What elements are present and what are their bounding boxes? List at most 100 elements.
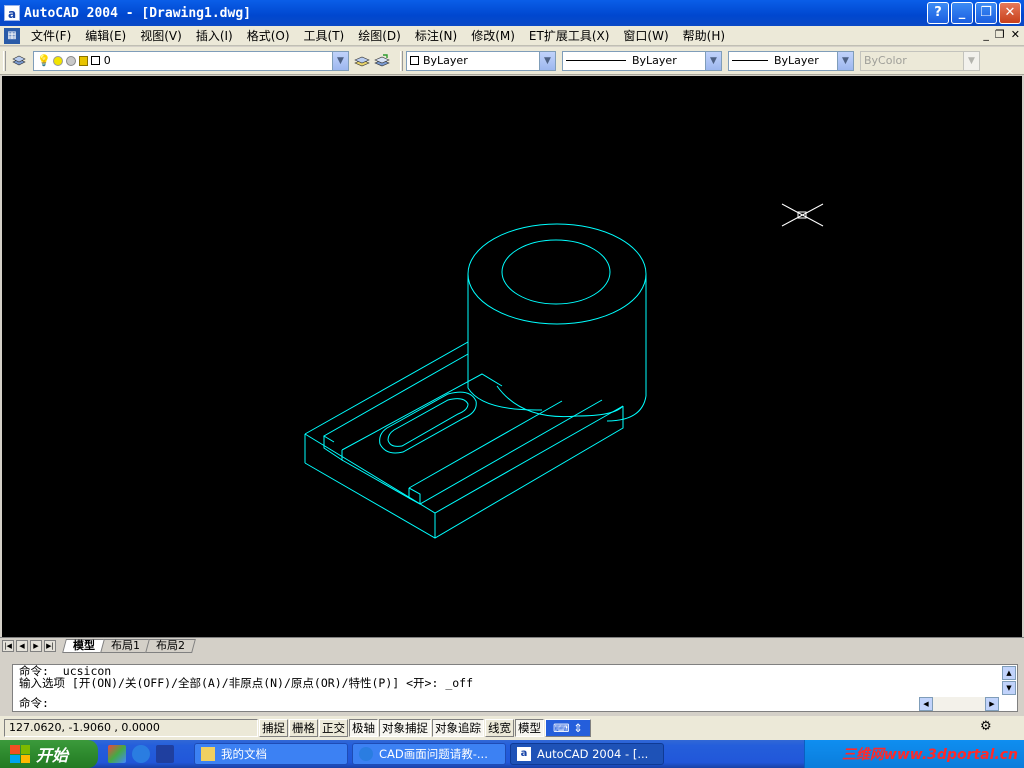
polar-toggle[interactable]: 极轴 xyxy=(349,719,378,737)
chevron-down-icon[interactable]: ▼ xyxy=(705,51,721,70)
close-button[interactable]: ✕ xyxy=(999,2,1021,24)
tab-layout2[interactable]: 布局2 xyxy=(145,638,196,653)
menu-view[interactable]: 视图(V) xyxy=(133,27,189,44)
task-label: CAD画面问题请教-... xyxy=(379,747,488,761)
chevron-down-icon[interactable]: ▼ xyxy=(837,51,853,70)
show-desktop-icon[interactable] xyxy=(108,745,126,763)
menu-draw[interactable]: 绘图(D) xyxy=(351,27,408,44)
linetype-dropdown[interactable]: ByLayer ▼ xyxy=(562,50,722,71)
comm-center-icon[interactable]: ⚙ xyxy=(980,719,998,737)
color-swatch xyxy=(410,56,419,65)
lock-icon xyxy=(78,55,88,66)
slot-channel-floor xyxy=(408,400,563,489)
tab-layout1[interactable]: 布局1 xyxy=(100,638,151,653)
media-icon[interactable] xyxy=(156,745,174,763)
toolbar-grip[interactable] xyxy=(3,50,6,71)
plotstyle-value: ByColor xyxy=(864,54,907,67)
doc-minimize-button[interactable]: _ xyxy=(983,28,989,41)
first-tab-icon[interactable]: |◀ xyxy=(2,639,14,652)
scroll-right-icon[interactable]: ▶ xyxy=(985,697,999,711)
command-prompt[interactable]: 命令: xyxy=(13,697,1017,709)
layout-tabs-bar: |◀ ◀ ▶ ▶| 模型 布局1 布局2 xyxy=(0,637,1024,653)
menu-edit[interactable]: 编辑(E) xyxy=(78,27,133,44)
ortho-toggle[interactable]: 正交 xyxy=(319,719,348,737)
doc-restore-button[interactable]: ❐ xyxy=(995,28,1005,41)
cylinder-top-ellipse xyxy=(467,223,647,325)
bulb-icon: 💡 xyxy=(37,54,51,67)
window-title: AutoCAD 2004 - [Drawing1.dwg] xyxy=(24,5,251,21)
layer-manager-icon[interactable] xyxy=(10,52,28,70)
help-button[interactable]: ? xyxy=(927,2,949,24)
osnap-toggle[interactable]: 对象捕捉 xyxy=(379,719,431,737)
keyboard-icon[interactable]: ⌨ ⇕ xyxy=(545,719,591,737)
menu-express-tools[interactable]: ET扩展工具(X) xyxy=(522,27,617,44)
start-button[interactable]: 开始 xyxy=(0,740,98,768)
scroll-up-icon[interactable]: ▲ xyxy=(1002,666,1016,680)
scroll-down-icon[interactable]: ▼ xyxy=(1002,681,1016,695)
next-tab-icon[interactable]: ▶ xyxy=(30,639,42,652)
make-object-layer-current-icon[interactable] xyxy=(353,52,371,70)
folder-icon xyxy=(201,747,215,761)
command-history-line-2: 输入选项 [开(ON)/关(OFF)/全部(A)/非原点(N)/原点(OR)/特… xyxy=(19,676,474,690)
command-vscroll[interactable]: ▲ ▼ xyxy=(1002,666,1016,696)
cylinder-bottom-arc xyxy=(467,387,543,411)
restore-button[interactable]: ❐ xyxy=(975,2,997,24)
command-hscroll[interactable]: ◀ ▶ xyxy=(919,697,999,711)
menu-tools[interactable]: 工具(T) xyxy=(297,27,352,44)
freeze-viewport-icon xyxy=(65,55,76,66)
menu-file[interactable]: 文件(F) xyxy=(24,27,78,44)
command-window[interactable]: 命令: _ucsicon 输入选项 [开(ON)/关(OFF)/全部(A)/非原… xyxy=(12,664,1018,712)
menu-window[interactable]: 窗口(W) xyxy=(616,27,675,44)
sun-icon xyxy=(52,55,63,66)
start-label: 开始 xyxy=(36,746,69,765)
menu-insert[interactable]: 插入(I) xyxy=(189,27,240,44)
layer-dropdown[interactable]: 💡 0 ▼ xyxy=(33,50,349,71)
ie-icon xyxy=(359,747,373,761)
properties-toolbar: 💡 0 ▼ ByLayer ▼ ByLayer ▼ ByLayer ▼ ByCo… xyxy=(0,47,1024,75)
model-toggle[interactable]: 模型 xyxy=(515,719,544,737)
task-my-documents[interactable]: 我的文档 xyxy=(194,743,348,765)
lineweight-value: ByLayer xyxy=(774,54,819,67)
chevron-down-icon[interactable]: ▼ xyxy=(539,51,555,70)
menu-format[interactable]: 格式(O) xyxy=(240,27,297,44)
otrack-toggle[interactable]: 对象追踪 xyxy=(432,719,484,737)
status-bar: 127.0620, -1.9060 , 0.0000 捕捉 栅格 正交 极轴 对… xyxy=(0,716,1024,740)
linetype-value: ByLayer xyxy=(632,54,677,67)
drawing-canvas[interactable] xyxy=(2,76,1022,637)
menu-dimension[interactable]: 标注(N) xyxy=(408,27,464,44)
chevron-down-icon: ▼ xyxy=(963,51,979,70)
cylinder-bottom-front-arc xyxy=(606,395,647,422)
minimize-button[interactable]: _ xyxy=(951,2,973,24)
lineweight-dropdown[interactable]: ByLayer ▼ xyxy=(728,50,854,71)
scroll-left-icon[interactable]: ◀ xyxy=(919,697,933,711)
tab-model[interactable]: 模型 xyxy=(62,638,106,653)
ie-icon[interactable] xyxy=(132,745,150,763)
task-autocad[interactable]: a AutoCAD 2004 - [... xyxy=(510,743,664,765)
grid-toggle[interactable]: 栅格 xyxy=(289,719,318,737)
coordinate-readout[interactable]: 127.0620, -1.9060 , 0.0000 xyxy=(4,719,258,737)
color-dropdown[interactable]: ByLayer ▼ xyxy=(406,50,556,71)
layer-name: 0 xyxy=(103,54,111,67)
doc-close-button[interactable]: ✕ xyxy=(1011,28,1020,41)
layer-previous-icon[interactable] xyxy=(373,52,391,70)
task-browser[interactable]: CAD画面问题请教-... xyxy=(352,743,506,765)
menu-help[interactable]: 帮助(H) xyxy=(676,27,732,44)
lineweight-sample xyxy=(732,60,768,61)
menu-modify[interactable]: 修改(M) xyxy=(464,27,522,44)
layer-color-swatch xyxy=(90,56,100,65)
slot-channel-right xyxy=(408,487,421,504)
toolbar-grip-2[interactable] xyxy=(400,50,403,71)
snap-toggle[interactable]: 捕捉 xyxy=(259,719,288,737)
wireframe-model xyxy=(304,203,824,539)
slot-channel-front xyxy=(408,399,603,505)
document-icon[interactable]: ▦ xyxy=(4,27,20,44)
quick-launch xyxy=(108,745,174,763)
chevron-down-icon[interactable]: ▼ xyxy=(332,51,348,70)
last-tab-icon[interactable]: ▶| xyxy=(44,639,56,652)
system-tray: 三维网www.3dportal.cn xyxy=(804,740,1024,768)
title-bar: a AutoCAD 2004 - [Drawing1.dwg] ? _ ❐ ✕ xyxy=(0,0,1024,26)
autocad-app-icon[interactable]: a xyxy=(4,5,20,21)
lineweight-toggle[interactable]: 线宽 xyxy=(485,719,514,737)
task-label: AutoCAD 2004 - [... xyxy=(537,747,649,761)
prev-tab-icon[interactable]: ◀ xyxy=(16,639,28,652)
